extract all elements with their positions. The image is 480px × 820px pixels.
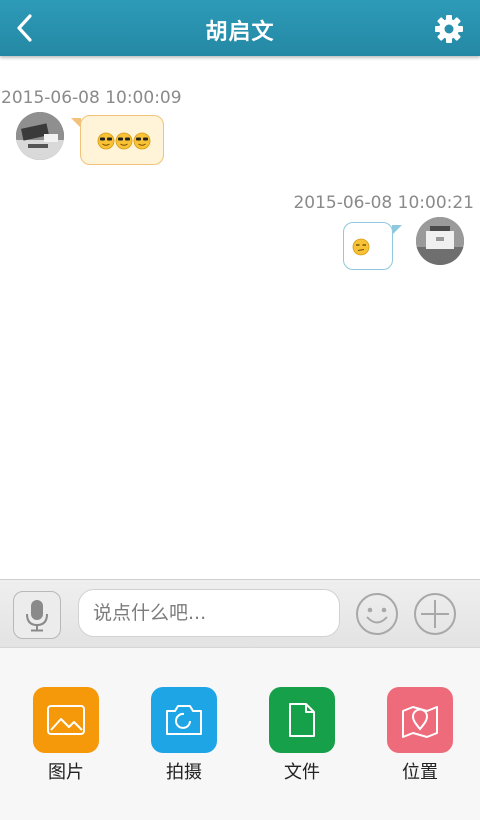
image-tile	[33, 687, 99, 753]
camera-action-label: 拍摄	[166, 762, 202, 783]
avatar-photo	[416, 217, 464, 265]
avatar[interactable]	[416, 217, 464, 265]
camera-action-button[interactable]: 拍摄	[144, 687, 224, 784]
image-action-button[interactable]: 图片	[26, 687, 106, 784]
message-bubble-outgoing[interactable]	[343, 222, 402, 270]
smiley-icon	[356, 593, 398, 635]
file-action-button[interactable]: 文件	[262, 687, 342, 784]
message-timestamp: 2015-06-08 10:00:09	[1, 88, 182, 108]
location-tile	[387, 687, 453, 753]
map-icon	[402, 706, 438, 738]
page-title: 胡启文	[205, 20, 275, 45]
gear-icon	[435, 15, 463, 43]
smirk-emoji-icon	[352, 238, 370, 256]
image-action-label: 图片	[48, 762, 84, 783]
avatar-photo	[16, 112, 64, 160]
camera-icon	[166, 705, 202, 735]
cool-emoji-icon	[97, 132, 115, 150]
file-action-label: 文件	[284, 762, 320, 783]
location-action-button[interactable]: 位置	[380, 687, 460, 784]
message-timestamp: 2015-06-08 10:00:21	[293, 193, 474, 213]
more-button[interactable]	[413, 592, 457, 636]
plus-icon	[414, 593, 456, 635]
camera-tile	[151, 687, 217, 753]
cool-emoji-icon	[115, 132, 133, 150]
message-bubble-incoming[interactable]	[71, 115, 164, 165]
image-icon	[47, 705, 85, 735]
avatar[interactable]	[16, 112, 64, 160]
microphone-icon	[26, 600, 48, 632]
emoji-button[interactable]	[355, 592, 399, 636]
voice-input-button[interactable]	[13, 591, 61, 639]
file-icon	[289, 703, 315, 737]
settings-button[interactable]	[434, 14, 464, 44]
app-header: 胡启文	[0, 0, 480, 56]
location-action-label: 位置	[402, 762, 438, 783]
file-tile	[269, 687, 335, 753]
input-bar	[0, 579, 480, 648]
cool-emoji-icon	[133, 132, 151, 150]
attachment-panel: 图片 拍摄 文件 位置	[0, 648, 480, 820]
message-input[interactable]	[78, 589, 340, 637]
